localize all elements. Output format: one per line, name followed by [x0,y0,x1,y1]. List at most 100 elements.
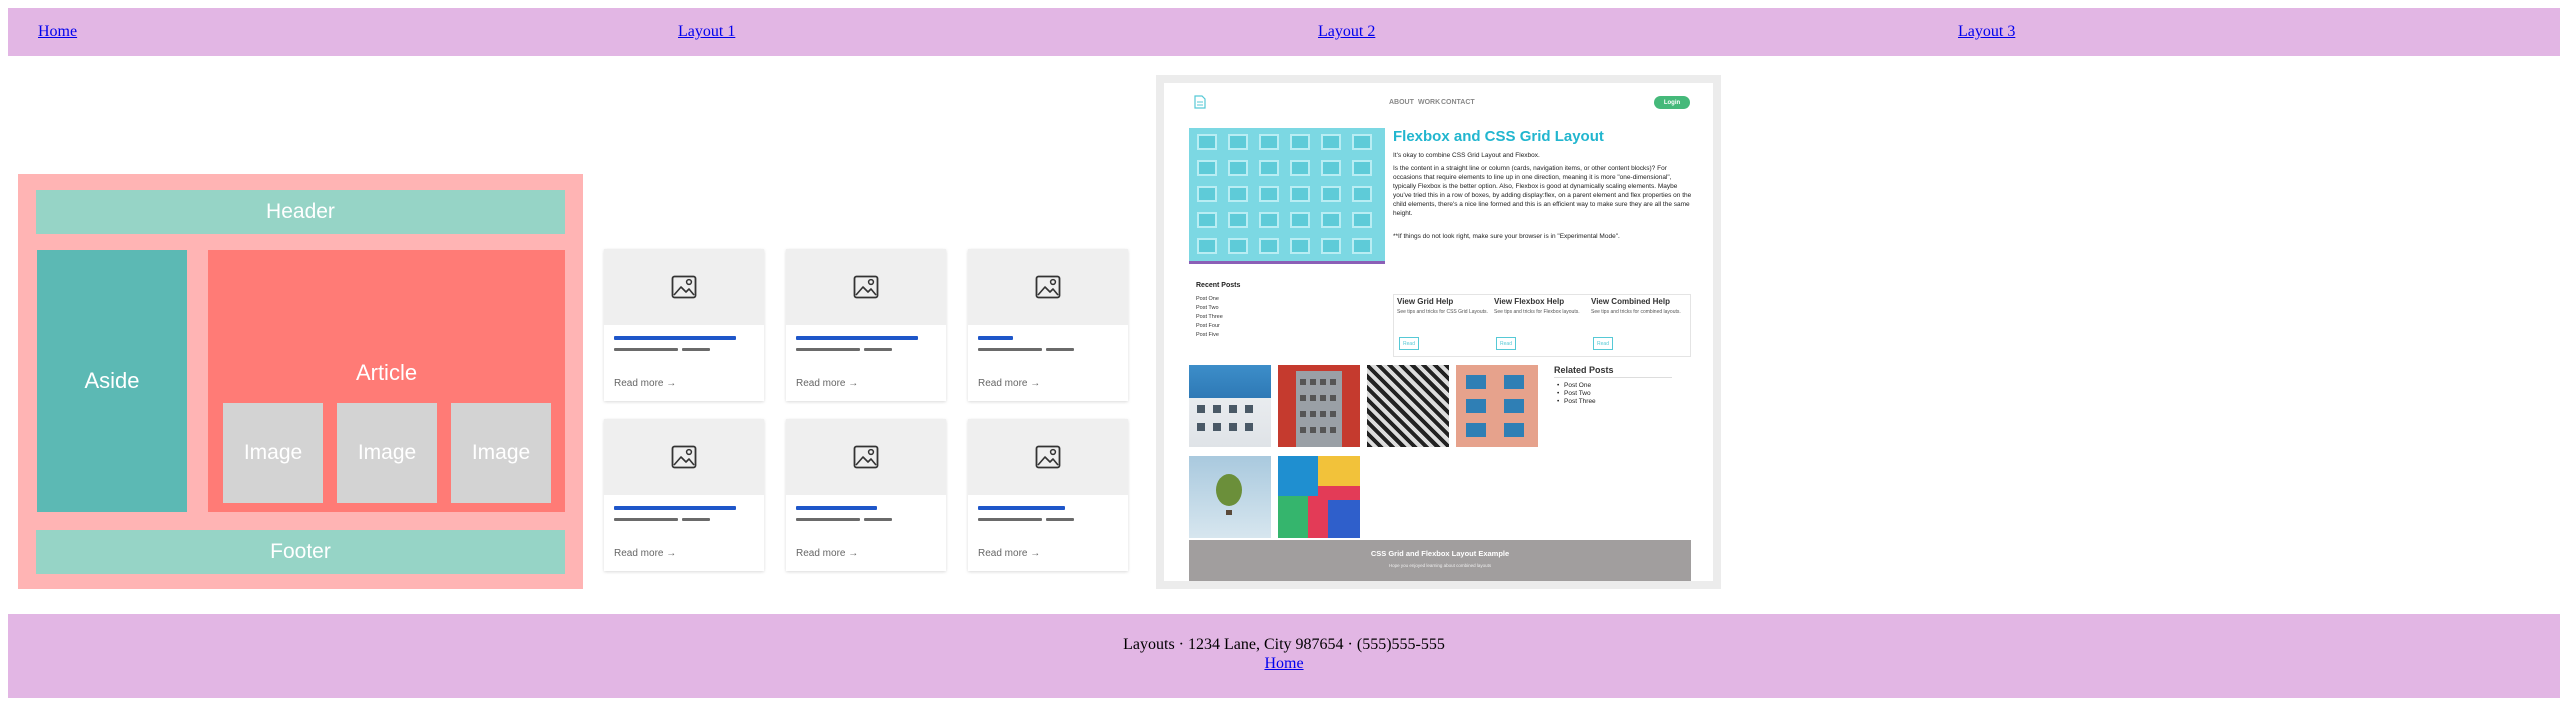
card-meta-bar [796,348,860,351]
post-card[interactable]: Read more → [786,419,946,571]
window-shape [1259,238,1279,254]
window-shape [1259,186,1279,202]
card-title-bar [614,336,736,340]
card-thumbnail [968,249,1128,325]
post-card[interactable]: Read more → [786,249,946,401]
window-shape [1197,238,1217,254]
screenshot-page: ABOUT WORK CONTACT Login Flexbox and CSS… [1164,83,1713,581]
help-card-grid: View Grid Help See tips and tricks for C… [1397,297,1491,353]
card-thumbnail [786,419,946,495]
read-more-link[interactable]: Read more → [796,548,858,559]
screenshot-footer-title: CSS Grid and Flexbox Layout Example [1370,549,1510,558]
nav-link-layout-3[interactable]: Layout 3 [1958,23,2015,41]
read-more-link[interactable]: Read more → [614,548,676,559]
screenshot-intro: It's okay to combine CSS Grid Layout and… [1393,152,1540,159]
window-shape [1290,186,1310,202]
help-card-desc: See tips and tricks for Flexbox layouts. [1494,309,1580,315]
diagram-article-label: Article [355,360,418,385]
related-post-link[interactable]: Post Two [1557,390,1591,397]
card-meta-bar [682,348,710,351]
read-more-link[interactable]: Read more → [978,548,1040,559]
window-shape [1290,238,1310,254]
window-shape [1290,212,1310,228]
footer-address: Layouts · 1234 Lane, City 987654 · (555)… [1123,636,1445,653]
related-post-link[interactable]: Post Three [1557,398,1596,405]
card-meta-bar [864,348,892,351]
recent-post-link[interactable]: Post Three [1196,314,1223,320]
help-card-combined: View Combined Help See tips and tricks f… [1591,297,1685,353]
help-read-button[interactable]: Read [1593,337,1613,350]
footer-home-link[interactable]: Home [8,655,2560,673]
related-post-link[interactable]: Post One [1557,382,1591,389]
photo-blue-building [1189,365,1271,447]
window-shape [1290,134,1310,150]
card-meta-bar [978,348,1042,351]
image-placeholder-icon [853,445,879,469]
card-meta-bar [864,518,892,521]
screenshot-nav-about[interactable]: ABOUT [1389,99,1414,106]
recent-post-link[interactable]: Post Five [1196,332,1219,338]
card-title-bar [796,506,877,510]
card-thumbnail [604,249,764,325]
help-card-title: View Grid Help [1397,297,1454,306]
window-shape [1321,186,1341,202]
window-shape [1259,134,1279,150]
help-card-flexbox: View Flexbox Help See tips and tricks fo… [1494,297,1588,353]
window-shape [1352,186,1372,202]
card-title-bar [796,336,918,340]
diagram-header: Header [36,190,565,234]
help-card-title: View Combined Help [1591,297,1670,306]
post-card[interactable]: Read more → [604,249,764,401]
window-shape [1228,186,1248,202]
window-shape [1259,160,1279,176]
screenshot-nav-work[interactable]: WORK [1418,99,1440,106]
window-shape [1321,160,1341,176]
screenshot-footer-subtitle: Hope you enjoyed learning about combined… [1388,563,1492,568]
card-thumbnail [604,419,764,495]
post-card[interactable]: Read more → [604,419,764,571]
photo-colorful-building [1278,456,1360,538]
screenshot-nav-contact[interactable]: CONTACT [1441,99,1475,106]
help-card-title: View Flexbox Help [1494,297,1565,306]
nav-link-layout-2[interactable]: Layout 2 [1318,23,1375,41]
screenshot-note: **If things do not look right, make sure… [1393,233,1620,240]
recent-post-link[interactable]: Post One [1196,296,1219,302]
read-more-link[interactable]: Read more → [796,378,858,389]
post-card[interactable]: Read more → [968,249,1128,401]
related-posts-title: Related Posts [1554,365,1614,375]
layout-screenshot: ABOUT WORK CONTACT Login Flexbox and CSS… [1156,75,1721,589]
read-more-link[interactable]: Read more → [614,378,676,389]
window-shape [1290,160,1310,176]
window-shape [1228,212,1248,228]
screenshot-login-button[interactable]: Login [1654,96,1690,109]
window-shape [1197,160,1217,176]
diagram-image: Image [451,403,551,503]
diagram-aside: Aside [37,250,187,512]
diagram-article: Article Image Image Image [208,250,565,512]
help-read-button[interactable]: Read [1496,337,1516,350]
related-rule [1554,377,1672,378]
image-placeholder-icon [671,275,697,299]
recent-post-link[interactable]: Post Two [1196,305,1219,311]
window-shape [1228,160,1248,176]
help-card-desc: See tips and tricks for combined layouts… [1591,309,1681,315]
screenshot-footer: CSS Grid and Flexbox Layout Example Hope… [1189,540,1691,581]
card-title-bar [978,506,1065,510]
card-thumbnail [968,419,1128,495]
help-read-button[interactable]: Read [1399,337,1419,350]
window-shape [1321,212,1341,228]
window-shape [1197,212,1217,228]
read-more-link[interactable]: Read more → [978,378,1040,389]
hero-building-image [1189,128,1385,264]
photo-hot-air-balloon [1189,456,1271,538]
image-placeholder-icon [1035,445,1061,469]
card-meta-bar [682,518,710,521]
photo-balconies [1456,365,1538,447]
nav-link-layout-1[interactable]: Layout 1 [678,23,735,41]
card-title-bar [978,336,1013,340]
post-card[interactable]: Read more → [968,419,1128,571]
nav-link-home[interactable]: Home [38,23,77,41]
card-meta-bar [978,518,1042,521]
recent-post-link[interactable]: Post Four [1196,323,1220,329]
recent-posts-title: Recent Posts [1196,282,1241,289]
